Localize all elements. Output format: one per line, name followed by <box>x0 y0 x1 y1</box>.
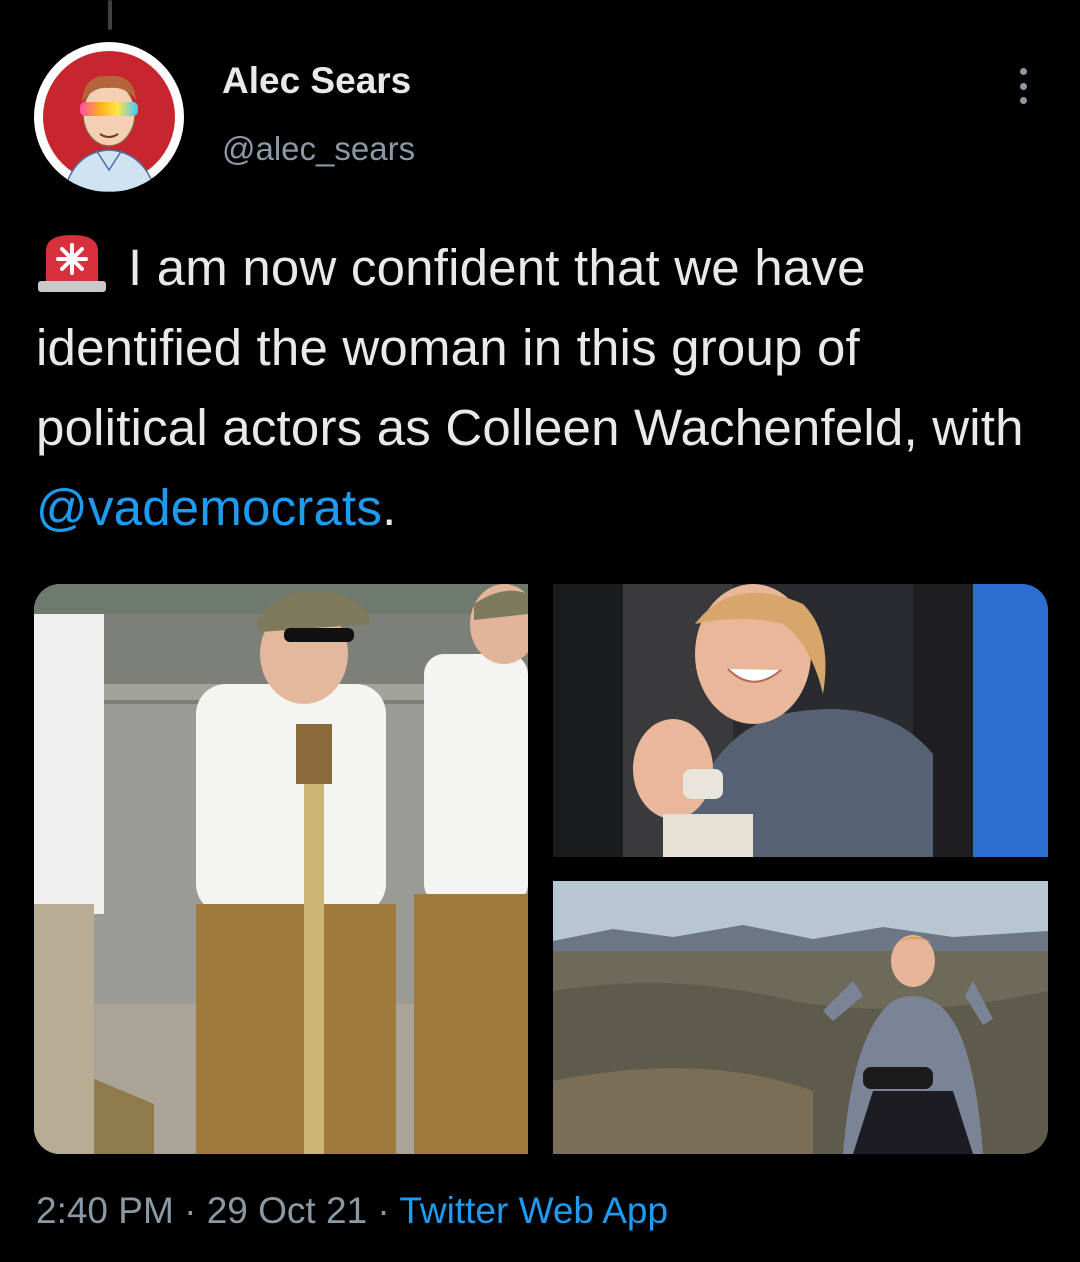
tweet-body-text-end: . <box>382 479 397 536</box>
photo-image <box>553 881 1048 1154</box>
author-handle[interactable]: @alec_sears <box>222 130 415 168</box>
tweet-source-link[interactable]: Twitter Web App <box>399 1190 668 1231</box>
tweet-metadata: 2:40 PM · 29 Oct 21 · Twitter Web App <box>36 1190 668 1232</box>
more-options-icon[interactable] <box>1006 66 1040 106</box>
tweet-date[interactable]: 29 Oct 21 <box>207 1190 367 1231</box>
dot <box>1019 97 1027 104</box>
dot <box>1019 68 1027 75</box>
avatar[interactable] <box>34 42 184 192</box>
avatar-cartoon-icon <box>36 44 182 192</box>
rotating-light-emoji-icon <box>36 231 108 293</box>
photo-image <box>553 584 1048 857</box>
meta-separator: · <box>377 1190 390 1231</box>
photo-image <box>34 584 528 1154</box>
mention-link[interactable]: @vademocrats <box>36 479 382 536</box>
media-photo-selfie[interactable] <box>553 584 1048 857</box>
tweet-text: I am now confident that we have identifi… <box>36 228 1046 548</box>
author-display-name[interactable]: Alec Sears <box>222 60 411 102</box>
media-gallery <box>34 584 1048 1154</box>
media-photo-rally[interactable] <box>34 584 528 1154</box>
tweet-time[interactable]: 2:40 PM <box>36 1190 174 1231</box>
thread-connector-line <box>108 0 112 30</box>
dot <box>1019 82 1027 90</box>
media-photo-mountain[interactable] <box>553 881 1048 1154</box>
meta-separator: · <box>184 1190 197 1231</box>
tweet-body-text: I am now confident that we have identifi… <box>36 239 1024 456</box>
